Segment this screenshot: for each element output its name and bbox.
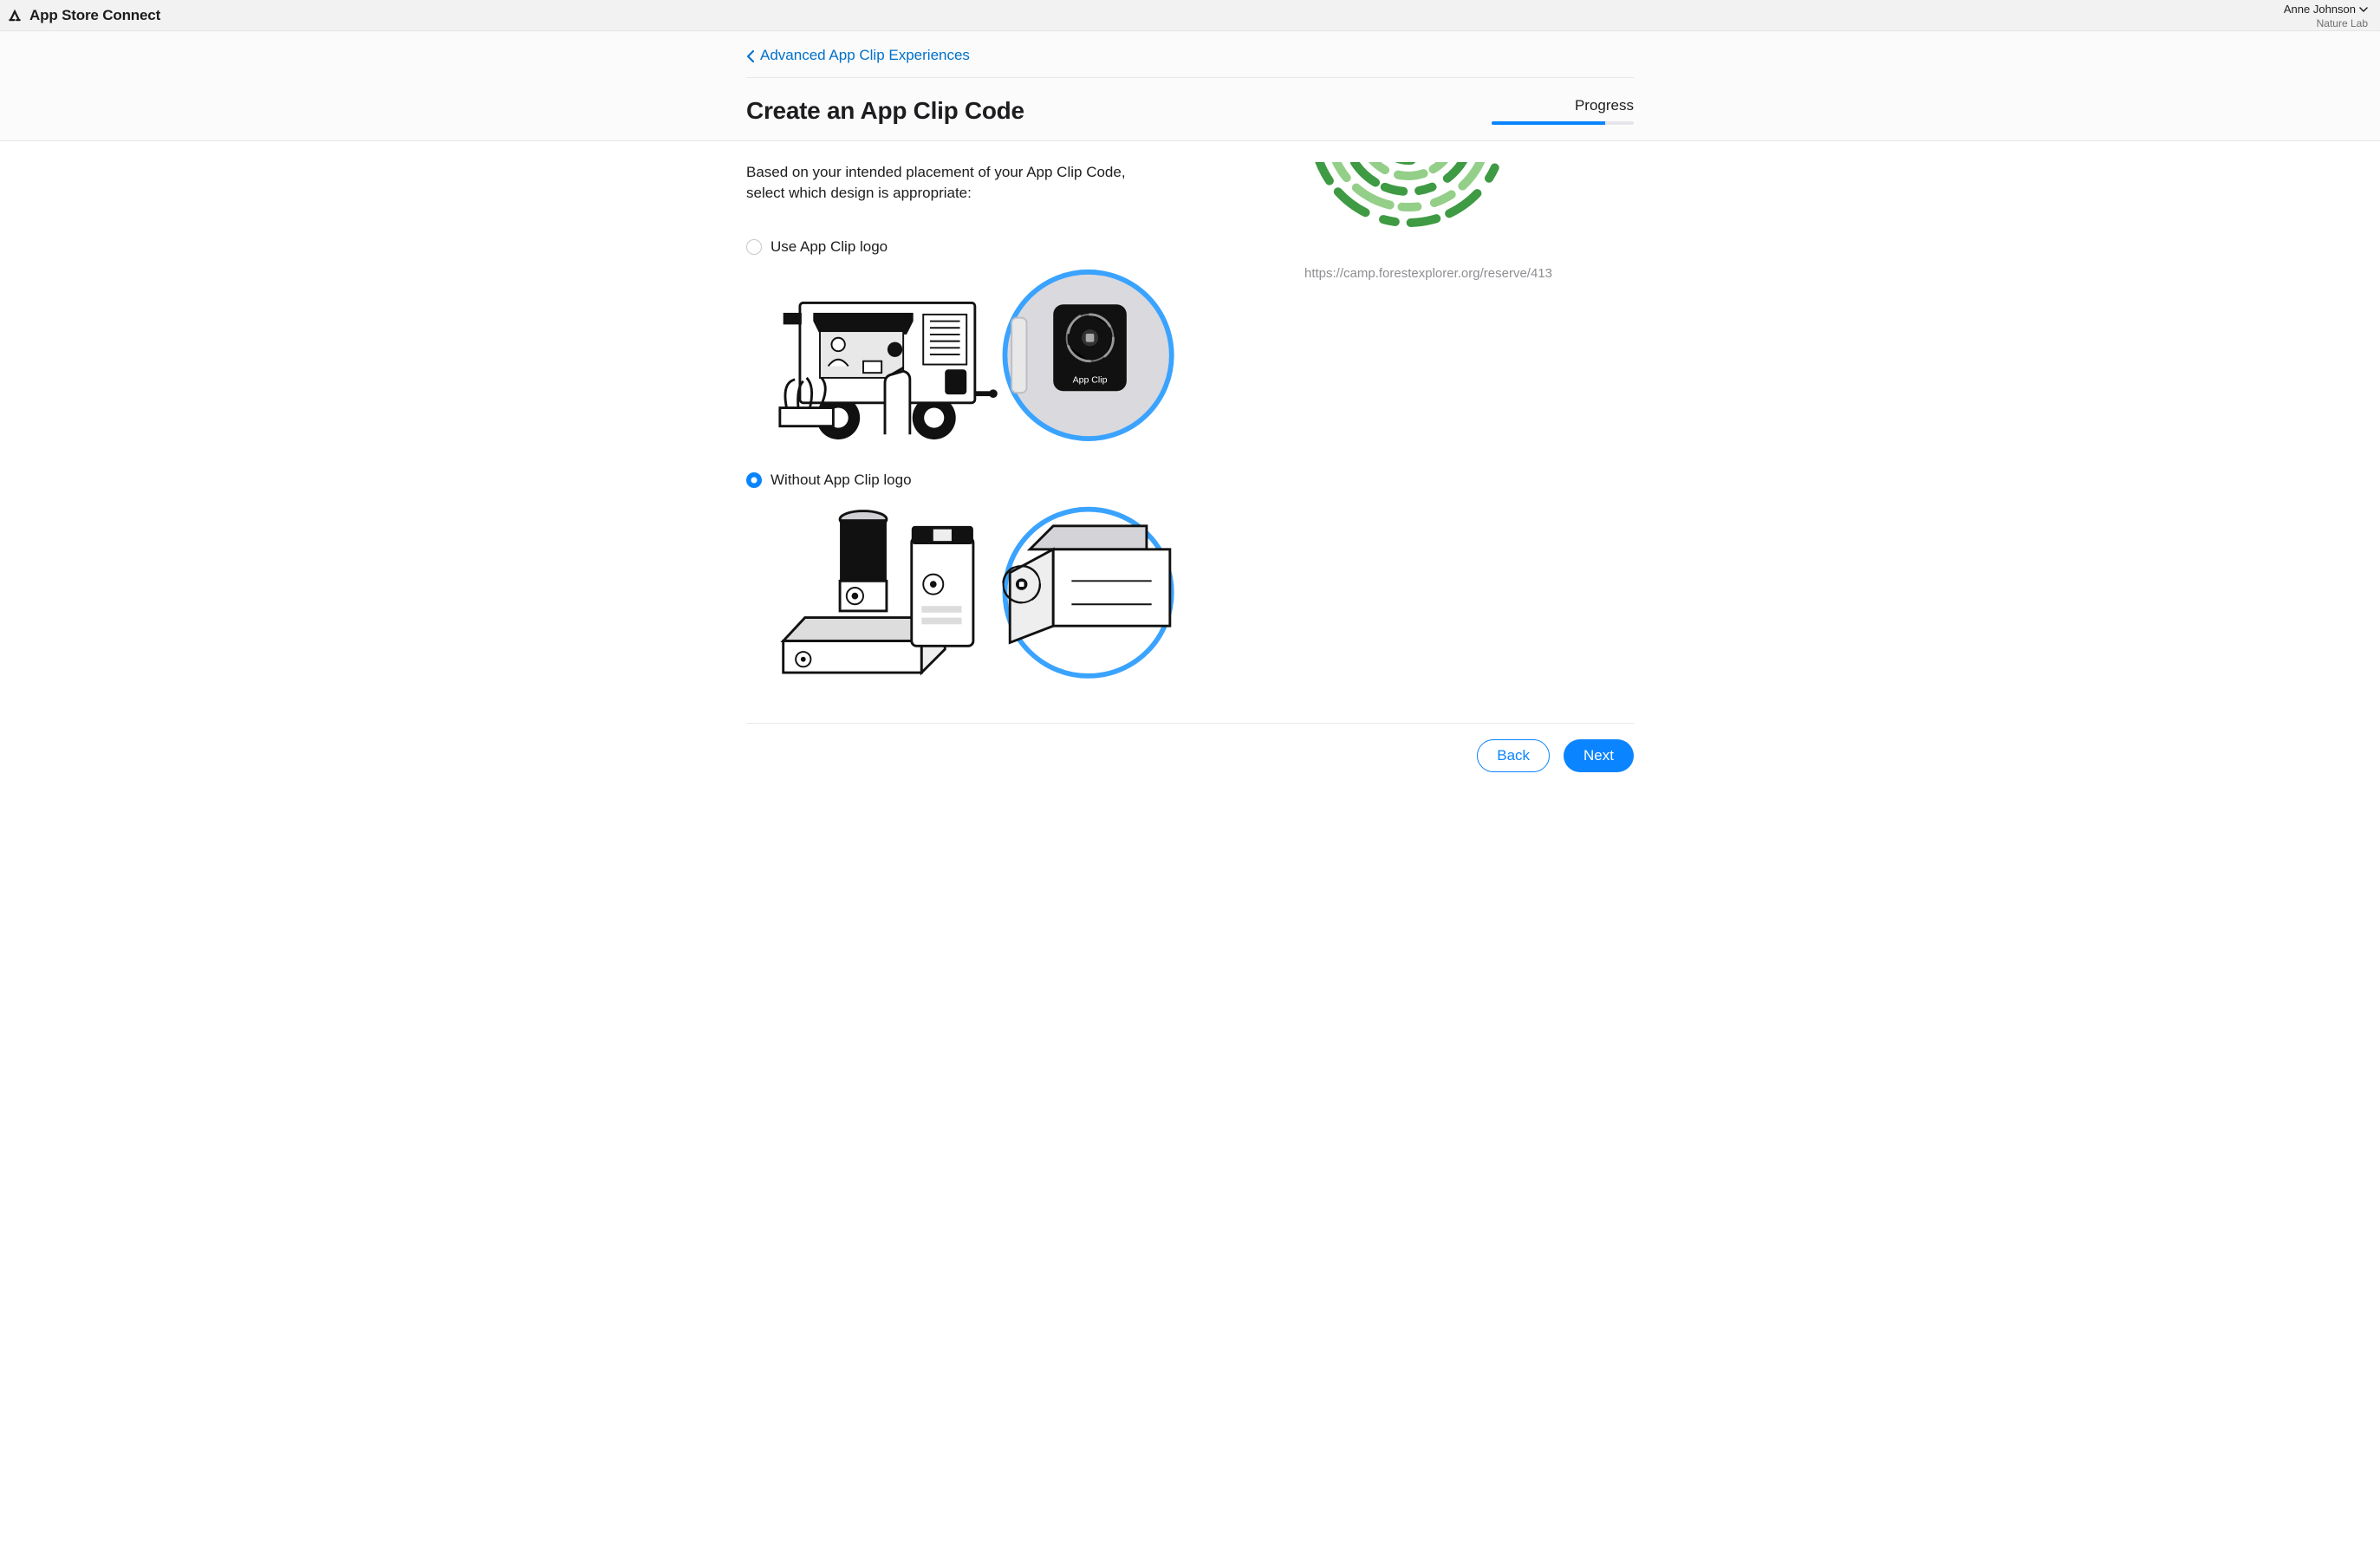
breadcrumb-row: Advanced App Clip Experiences xyxy=(746,31,1634,78)
radio-with-logo[interactable] xyxy=(746,239,762,255)
brand-title: App Store Connect xyxy=(29,7,160,24)
option-with-logo-label: Use App Clip logo xyxy=(771,238,888,256)
progress: Progress xyxy=(1492,97,1634,125)
radio-without-logo[interactable] xyxy=(746,472,762,488)
chevron-down-icon xyxy=(2359,3,2368,16)
back-button[interactable]: Back xyxy=(1477,739,1550,772)
form-column: Based on your intended placement of your… xyxy=(746,162,1256,688)
account-name: Anne Johnson xyxy=(2284,3,2368,16)
footer: Back Next xyxy=(746,723,1634,772)
brand: App Store Connect xyxy=(7,7,160,24)
account-name-text: Anne Johnson xyxy=(2284,3,2356,16)
next-button[interactable]: Next xyxy=(1564,739,1634,772)
chevron-left-icon xyxy=(746,49,755,62)
option-without-logo-figure xyxy=(746,501,1256,689)
progress-bar xyxy=(1492,121,1634,125)
asc-logo-icon xyxy=(7,8,23,23)
preview-url: https://camp.forestexplorer.org/reserve/… xyxy=(1304,266,1552,281)
progress-label: Progress xyxy=(1492,97,1634,114)
illustration-with-logo-icon: App Clip xyxy=(755,268,1188,443)
account-org: Nature Lab xyxy=(2284,18,2368,29)
breadcrumb-label: Advanced App Clip Experiences xyxy=(760,47,970,64)
content: Based on your intended placement of your… xyxy=(746,141,1634,723)
option-with-logo-head[interactable]: Use App Clip logo xyxy=(746,238,1256,256)
option-with-logo-figure: App Clip xyxy=(746,268,1256,447)
appclip-badge-text: App Clip xyxy=(1073,374,1108,385)
page-title: Create an App Clip Code xyxy=(746,97,1024,125)
top-bar: App Store Connect Anne Johnson Nature La… xyxy=(0,0,2380,31)
account-menu[interactable]: Anne Johnson Nature Lab xyxy=(2284,1,2368,30)
option-without-logo-head[interactable]: Without App Clip logo xyxy=(746,471,1256,489)
preview-column: https://camp.forestexplorer.org/reserve/… xyxy=(1304,162,1634,688)
breadcrumb-back-link[interactable]: Advanced App Clip Experiences xyxy=(746,47,970,64)
page-hero: Advanced App Clip Experiences Create an … xyxy=(0,31,2380,141)
progress-fill xyxy=(1492,121,1605,125)
option-without-logo-label: Without App Clip logo xyxy=(771,471,912,489)
option-without-logo: Without App Clip logo xyxy=(746,471,1256,689)
appclip-code-preview: https://camp.forestexplorer.org/reserve/… xyxy=(1304,162,1634,281)
intro-text: Based on your intended placement of your… xyxy=(746,162,1145,204)
illustration-without-logo-icon xyxy=(755,501,1188,685)
appclip-code-preview-icon xyxy=(1304,162,1512,240)
option-with-logo: Use App Clip logo xyxy=(746,238,1256,447)
